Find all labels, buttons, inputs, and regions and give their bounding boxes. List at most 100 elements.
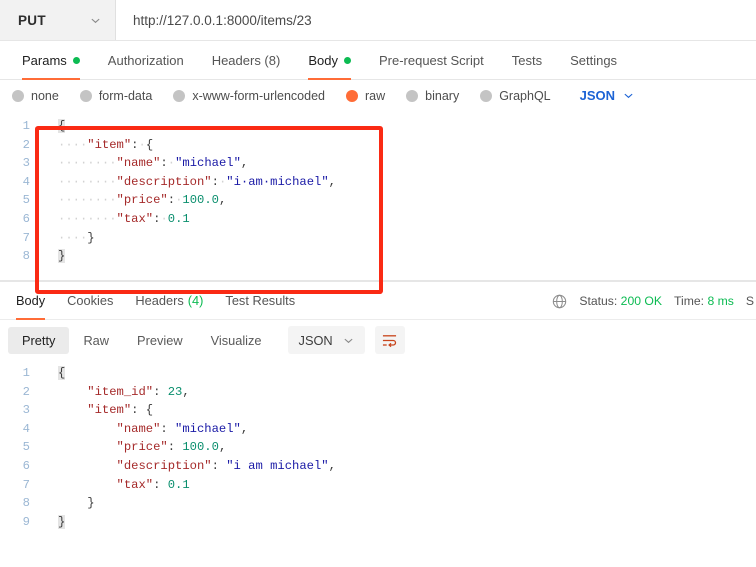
tab-params[interactable]: Params bbox=[8, 41, 94, 80]
code-token: : bbox=[160, 156, 168, 171]
code-token: , bbox=[328, 174, 336, 189]
line-number: 8 bbox=[22, 249, 30, 264]
line-number: 7 bbox=[22, 230, 30, 245]
request-tab-bar: Params Authorization Headers (8) Body Pr… bbox=[0, 41, 756, 80]
tab-body[interactable]: Body bbox=[294, 41, 365, 80]
line-number: 5 bbox=[22, 193, 30, 208]
response-format-label: JSON bbox=[298, 332, 333, 348]
code-token: : bbox=[153, 384, 168, 399]
response-view-pretty[interactable]: Pretty bbox=[8, 326, 70, 354]
code-token: : { bbox=[131, 403, 154, 418]
response-view-raw-label: Raw bbox=[83, 332, 110, 348]
code-token: ···· bbox=[87, 156, 117, 171]
code-token: "michael" bbox=[175, 156, 241, 171]
tab-settings[interactable]: Settings bbox=[556, 41, 631, 80]
code-line-content: "description": "i am michael", bbox=[44, 457, 756, 476]
code-line-content: "name": "michael", bbox=[44, 420, 756, 439]
chevron-down-icon bbox=[90, 15, 101, 26]
code-token: "name" bbox=[116, 421, 161, 436]
response-tab-headers-label: Headers bbox=[135, 293, 184, 308]
body-format-dropdown[interactable]: JSON bbox=[580, 88, 634, 103]
tab-headers[interactable]: Headers (8) bbox=[198, 41, 295, 80]
globe-icon[interactable] bbox=[552, 294, 567, 309]
code-line-content: ········"name":·"michael", bbox=[44, 154, 756, 173]
code-token: "tax" bbox=[116, 211, 154, 226]
body-type-none-label: none bbox=[31, 88, 59, 103]
body-type-graphql-label: GraphQL bbox=[499, 88, 551, 103]
response-tab-bar: Body Cookies Headers (4) Test Results St… bbox=[0, 282, 756, 320]
time-value: 8 ms bbox=[707, 294, 734, 308]
code-token: ···· bbox=[87, 193, 117, 208]
response-tab-cookies-label: Cookies bbox=[67, 293, 114, 308]
code-token: ···· bbox=[58, 211, 88, 226]
tab-authorization[interactable]: Authorization bbox=[94, 41, 198, 80]
code-token: "tax" bbox=[116, 477, 154, 492]
response-view-visualize[interactable]: Visualize bbox=[197, 327, 276, 354]
code-token: "i·am·michael" bbox=[226, 174, 329, 189]
response-tab-test-results[interactable]: Test Results bbox=[214, 282, 306, 320]
response-tab-headers[interactable]: Headers (4) bbox=[124, 282, 214, 320]
http-method-dropdown[interactable]: PUT bbox=[0, 0, 116, 40]
code-line-content: } bbox=[44, 513, 756, 532]
request-body-editor[interactable]: 1{2 ····"item":·{3 ········"name":·"michae… bbox=[0, 111, 756, 281]
code-token: : bbox=[211, 174, 219, 189]
body-type-binary[interactable]: binary bbox=[406, 89, 470, 103]
code-token: , bbox=[218, 440, 227, 455]
tab-tests-label: Tests bbox=[511, 52, 543, 68]
response-body-line: 7 "tax": 0.1 bbox=[0, 476, 756, 495]
code-token: , bbox=[328, 458, 336, 473]
tab-settings-label: Settings bbox=[570, 52, 618, 68]
response-body-line: 6 "description": "i am michael", bbox=[0, 457, 756, 476]
code-token: { bbox=[58, 366, 66, 380]
code-line-content: } bbox=[44, 247, 756, 266]
response-headers-count: (4) bbox=[187, 293, 204, 308]
body-type-raw[interactable]: raw bbox=[346, 89, 396, 103]
response-view-visualize-label: Visualize bbox=[210, 332, 262, 348]
code-token: · bbox=[167, 156, 176, 171]
code-line-content: "item": { bbox=[44, 401, 756, 420]
body-type-raw-label: raw bbox=[365, 88, 386, 103]
body-modified-dot-icon bbox=[343, 56, 351, 64]
response-format-dropdown[interactable]: JSON bbox=[287, 326, 365, 354]
line-number: 4 bbox=[22, 421, 30, 436]
code-token: ···· bbox=[58, 174, 88, 189]
line-number: 3 bbox=[22, 156, 30, 171]
response-tab-cookies[interactable]: Cookies bbox=[56, 282, 124, 320]
word-wrap-icon[interactable] bbox=[374, 326, 405, 354]
body-format-label: JSON bbox=[579, 88, 616, 103]
code-token: "item" bbox=[87, 137, 132, 152]
code-token: "name" bbox=[116, 156, 161, 171]
response-tab-body[interactable]: Body bbox=[5, 282, 56, 320]
code-token: ···· bbox=[87, 174, 117, 189]
line-number: 1 bbox=[22, 119, 30, 133]
code-token: ···· bbox=[87, 211, 117, 226]
body-type-graphql[interactable]: GraphQL bbox=[480, 89, 561, 103]
response-view-pretty-label: Pretty bbox=[22, 332, 56, 348]
body-type-none[interactable]: none bbox=[12, 89, 70, 103]
code-line-content: } bbox=[44, 494, 756, 513]
response-view-raw[interactable]: Raw bbox=[69, 327, 123, 354]
body-type-form-data-label: form-data bbox=[98, 88, 153, 103]
code-token: 23 bbox=[167, 384, 183, 399]
body-type-urlencoded[interactable]: x-www-form-urlencoded bbox=[173, 89, 336, 103]
radio-selected-icon bbox=[346, 89, 358, 102]
code-line-content: "item_id": 23, bbox=[44, 383, 756, 402]
response-body-viewer[interactable]: 1{2 "item_id": 23, 3 "item": {4 "name": "… bbox=[0, 360, 756, 532]
tab-authorization-label: Authorization bbox=[107, 52, 184, 68]
code-token: "item" bbox=[87, 403, 132, 418]
line-number: 4 bbox=[22, 174, 30, 189]
url-input[interactable]: http://127.0.0.1:8000/items/23 bbox=[116, 0, 756, 40]
time-block: Time: 8 ms bbox=[674, 294, 734, 308]
response-view-preview-label: Preview bbox=[137, 332, 183, 348]
tab-pre-request-script[interactable]: Pre-request Script bbox=[365, 41, 498, 80]
tab-tests[interactable]: Tests bbox=[498, 41, 556, 80]
code-token: 100.0 bbox=[182, 193, 219, 208]
params-modified-dot-icon bbox=[72, 56, 80, 64]
radio-icon bbox=[480, 89, 493, 102]
line-number: 6 bbox=[22, 211, 30, 226]
body-type-form-data[interactable]: form-data bbox=[79, 88, 164, 103]
response-view-preview[interactable]: Preview bbox=[123, 327, 197, 354]
size-label: S bbox=[745, 294, 754, 308]
response-tab-body-label: Body bbox=[16, 293, 46, 308]
